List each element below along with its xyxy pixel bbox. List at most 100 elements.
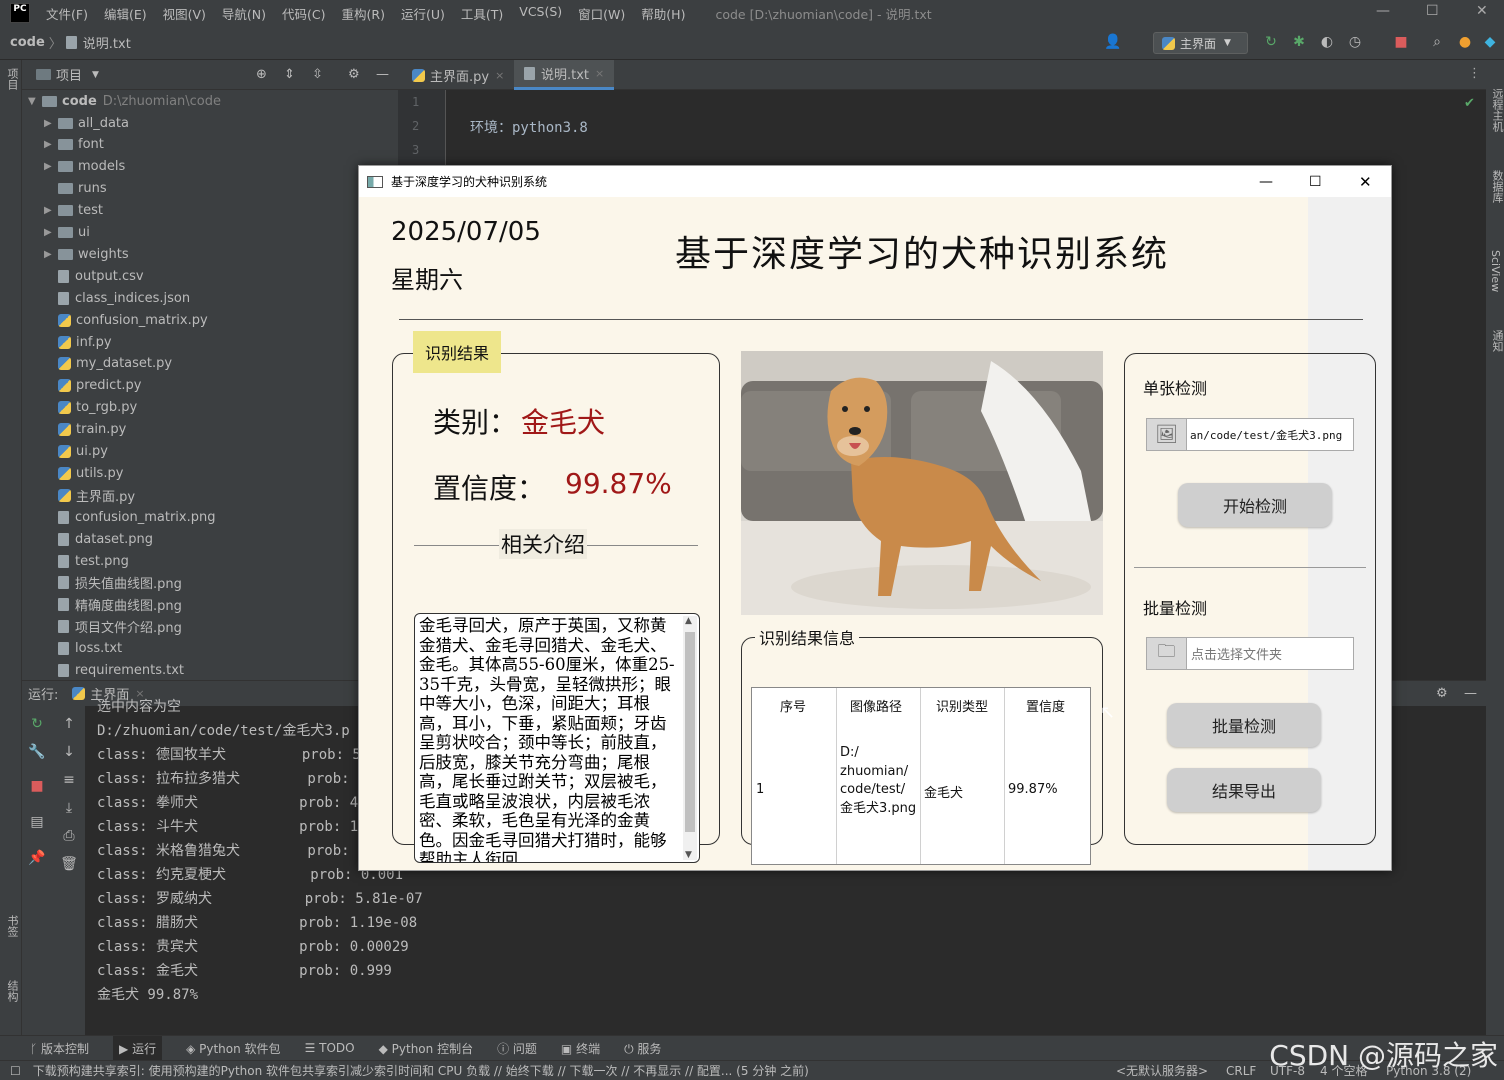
tool-tab[interactable]: ◆ Python 控制台 xyxy=(379,1040,473,1057)
tree-item[interactable]: 主界面.py xyxy=(44,484,135,506)
table-header-index[interactable]: 序号 xyxy=(780,696,806,715)
export-results-button[interactable]: 结果导出 xyxy=(1167,768,1321,812)
tool-tab[interactable]: ◈ Python 软件包 xyxy=(186,1040,280,1057)
tree-item[interactable]: confusion_matrix.png xyxy=(44,506,216,528)
breadcrumb-project[interactable]: code xyxy=(10,35,45,50)
tree-item[interactable]: to_rgb.py xyxy=(44,397,137,419)
expand-all-icon[interactable]: ⇕ xyxy=(284,67,295,82)
tool-tab[interactable]: ⏻ 服务 xyxy=(624,1040,661,1057)
tree-item[interactable]: utils.py xyxy=(44,462,123,484)
status-panel-icon[interactable]: ☐ xyxy=(10,1064,21,1078)
tree-item[interactable]: dataset.png xyxy=(44,528,153,550)
trash-icon[interactable]: 🗑 xyxy=(60,856,78,872)
close-tab-icon[interactable]: × xyxy=(495,69,504,82)
debug-icon[interactable]: ✱ xyxy=(1291,34,1307,50)
table-cell-type[interactable]: 金毛犬 xyxy=(924,782,963,801)
profile-icon[interactable]: ◷ xyxy=(1347,34,1363,50)
tree-item[interactable]: confusion_matrix.py xyxy=(44,309,208,331)
folder-icon[interactable]: 🗀 xyxy=(1147,638,1187,669)
menu-item[interactable]: 导航(N) xyxy=(214,4,274,23)
tree-item[interactable]: train.py xyxy=(44,419,126,441)
table-cell-path[interactable]: D:/ zhuomian/ code/test/ 金毛犬3.png xyxy=(840,744,916,818)
user-icon[interactable]: 👤 xyxy=(1104,34,1121,50)
hide-icon[interactable]: — xyxy=(1464,686,1477,701)
table-header-confidence[interactable]: 置信度 xyxy=(1026,696,1065,715)
tree-item[interactable]: class_indices.json xyxy=(44,287,190,309)
menu-item[interactable]: VCS(S) xyxy=(511,4,570,23)
menu-item[interactable]: 视图(V) xyxy=(155,4,214,23)
coverage-icon[interactable]: ◐ xyxy=(1319,34,1335,50)
wrench-icon[interactable]: 🔧 xyxy=(28,744,46,760)
minimize-icon[interactable]: — xyxy=(1259,174,1273,190)
table-header-type[interactable]: 识别类型 xyxy=(936,696,988,715)
menu-item[interactable]: 代码(C) xyxy=(274,4,333,23)
update-icon[interactable]: ● xyxy=(1457,34,1473,50)
tree-item[interactable]: runs xyxy=(44,178,107,200)
scroll-down-icon[interactable]: ▼ xyxy=(685,850,692,860)
tree-item[interactable]: loss.txt xyxy=(44,638,122,660)
tree-item[interactable]: ▶ models xyxy=(44,156,125,178)
menu-item[interactable]: 窗口(W) xyxy=(570,4,633,23)
tree-item[interactable]: 精确度曲线图.png xyxy=(44,594,182,616)
tree-item[interactable]: 项目文件介绍.png xyxy=(44,616,182,638)
results-table[interactable]: 序号 图像路径 识别类型 置信度 1 D:/ zhuomian/ code/te… xyxy=(751,687,1091,865)
tree-root[interactable]: ▼ code D:\zhuomian\code xyxy=(28,90,221,112)
print-icon[interactable]: ⎙ xyxy=(60,828,78,844)
up-arrow-icon[interactable]: ↑ xyxy=(60,716,78,732)
project-panel-title[interactable]: 项目 xyxy=(56,65,82,84)
chevron-down-icon[interactable]: ▼ xyxy=(28,96,42,107)
tool-tab[interactable]: ⓘ 问题 xyxy=(497,1040,537,1057)
tree-item[interactable]: ▶ all_data xyxy=(44,112,129,134)
tree-item[interactable]: inf.py xyxy=(44,331,112,353)
image-icon[interactable]: 🖼 xyxy=(1147,419,1187,450)
strip-remote-host-tab[interactable]: 远程主机 xyxy=(1489,88,1504,132)
soft-wrap-icon[interactable]: ≡ xyxy=(60,772,78,788)
chevron-right-icon[interactable]: ▶ xyxy=(44,161,58,172)
intro-text-box[interactable]: 金毛寻回犬，原产于英国，又称黄金猎犬、金毛寻回猎犬、金毛犬、金毛。其体高55-6… xyxy=(414,613,700,863)
chevron-down-icon[interactable]: ▼ xyxy=(92,70,99,80)
tab-readme-txt[interactable]: 说明.txt × xyxy=(514,60,615,90)
tree-item[interactable]: ▶ font xyxy=(44,134,104,156)
tree-item[interactable]: ▶ ui xyxy=(44,222,90,244)
more-icon[interactable]: ⋮ xyxy=(1468,66,1481,81)
single-image-path-field[interactable]: 🖼 an/code/test/金毛犬3.png xyxy=(1146,418,1354,451)
down-arrow-icon[interactable]: ↓ xyxy=(60,744,78,760)
intro-scrollbar[interactable]: ▲ ▼ xyxy=(683,616,697,860)
run-config-select[interactable]: 主界面 ▼ xyxy=(1153,32,1248,54)
rerun-icon[interactable]: ↻ xyxy=(1263,34,1279,50)
batch-folder-field[interactable]: 🗀 点击选择文件夹 xyxy=(1146,637,1354,670)
maximize-icon[interactable]: ☐ xyxy=(1426,3,1439,19)
breadcrumb-file[interactable]: 说明.txt xyxy=(83,33,131,52)
close-tab-icon[interactable]: × xyxy=(595,67,604,80)
scroll-up-icon[interactable]: ▲ xyxy=(685,616,692,626)
menu-item[interactable]: 工具(T) xyxy=(453,4,511,23)
chevron-right-icon[interactable]: ▶ xyxy=(44,249,58,260)
minimize-icon[interactable]: — xyxy=(1376,3,1390,19)
chevron-right-icon[interactable]: ▶ xyxy=(44,139,58,150)
tab-main-py[interactable]: 主界面.py × xyxy=(402,60,514,90)
maximize-icon[interactable]: ☐ xyxy=(1309,174,1322,190)
menu-item[interactable]: 重构(R) xyxy=(334,4,393,23)
strip-structure-tab[interactable]: 结构 xyxy=(4,980,20,1002)
chevron-right-icon[interactable]: ▶ xyxy=(44,118,58,129)
menu-item[interactable]: 编辑(E) xyxy=(96,4,155,23)
menu-item[interactable]: 运行(U) xyxy=(393,4,453,23)
rerun-icon[interactable]: ↻ xyxy=(28,716,46,732)
tool-tab[interactable]: ▶ 运行 xyxy=(113,1035,163,1061)
strip-project-tab[interactable]: 项目 xyxy=(4,68,20,90)
scroll-end-icon[interactable]: ⤓ xyxy=(60,800,78,816)
tree-item[interactable]: my_dataset.py xyxy=(44,353,172,375)
strip-bookmarks-tab[interactable]: 书签 xyxy=(4,915,20,937)
table-cell-index[interactable]: 1 xyxy=(756,782,764,797)
tool-tab[interactable]: ᚴ 版本控制 xyxy=(30,1040,89,1057)
scrollbar-thumb[interactable] xyxy=(685,632,695,832)
strip-sciview-tab[interactable]: SciView xyxy=(1489,250,1502,292)
code-line[interactable]: 环境：python3.8 xyxy=(470,117,588,137)
tool-tab[interactable]: ☰ TODO xyxy=(305,1041,355,1055)
tree-item[interactable]: requirements.txt xyxy=(44,660,184,682)
strip-database-tab[interactable]: 数据库 xyxy=(1489,170,1504,203)
status-server[interactable]: <无默认服务器> xyxy=(1116,1062,1208,1079)
tree-item[interactable]: ui.py xyxy=(44,441,108,463)
chevron-right-icon[interactable]: ▶ xyxy=(44,227,58,238)
chevron-right-icon[interactable]: ▶ xyxy=(44,205,58,216)
